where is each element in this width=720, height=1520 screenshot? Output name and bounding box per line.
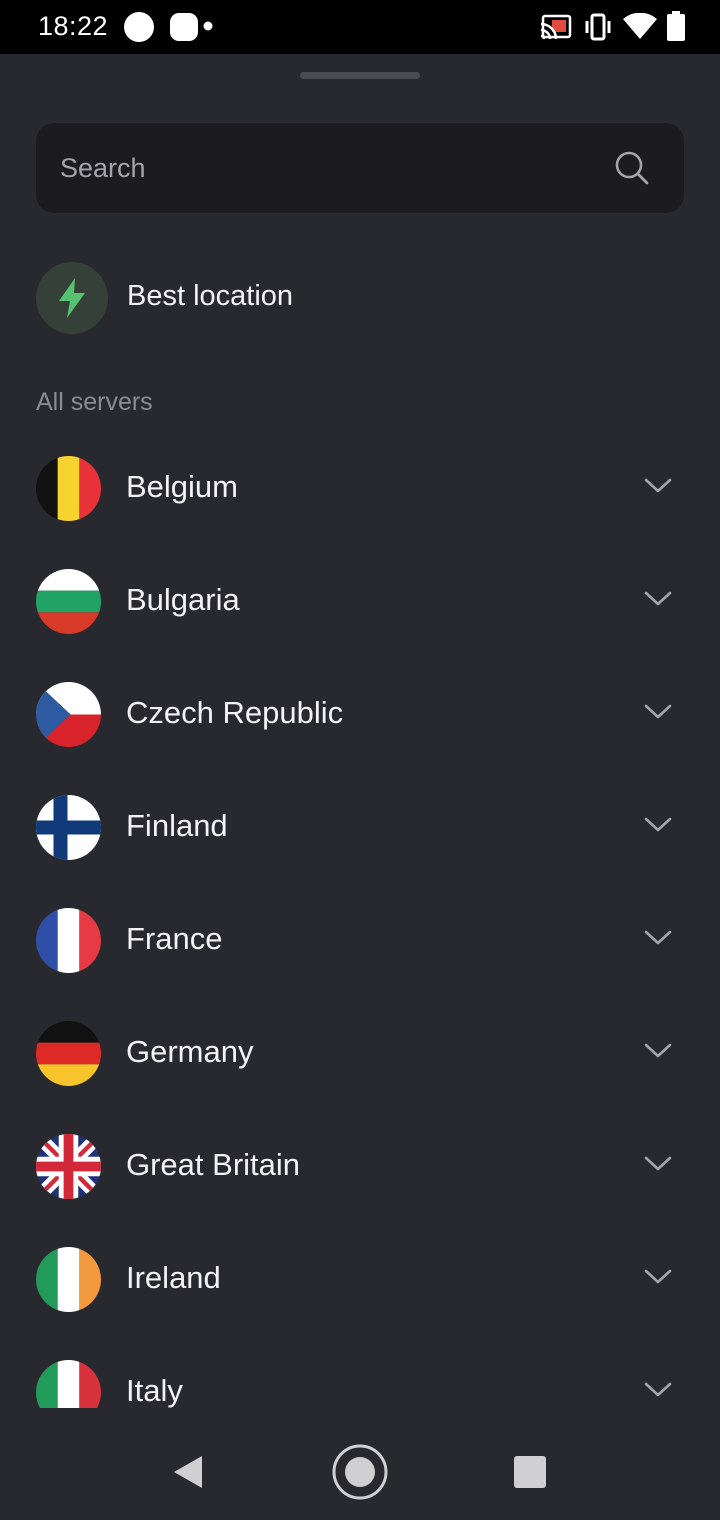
chevron-down-icon[interactable]	[644, 478, 672, 494]
country-name: Bulgaria	[126, 582, 240, 617]
bulgaria-flag-icon	[36, 569, 101, 634]
chevron-down-icon[interactable]	[644, 1043, 672, 1059]
sheet-drag-handle[interactable]	[300, 72, 420, 79]
country-item-czech-republic[interactable]: Czech Republic	[0, 680, 720, 793]
country-item-great-britain[interactable]: Great Britain	[0, 1132, 720, 1245]
country-name: France	[126, 921, 223, 956]
chevron-down-icon[interactable]	[644, 1156, 672, 1172]
bolt-icon	[59, 278, 85, 318]
chevron-down-icon[interactable]	[644, 591, 672, 607]
country-item-finland[interactable]: Finland	[0, 793, 720, 906]
notification-dot-icon	[124, 12, 154, 42]
cast-icon	[540, 14, 572, 40]
country-name: Czech Republic	[126, 695, 344, 730]
ireland-flag-icon	[36, 1247, 101, 1312]
status-bar: 18:22	[0, 0, 720, 54]
chevron-down-icon[interactable]	[644, 704, 672, 720]
more-notifications-dot-icon	[203, 21, 213, 31]
country-name: Italy	[126, 1373, 183, 1408]
chevron-down-icon[interactable]	[644, 817, 672, 833]
country-item-belgium[interactable]: Belgium	[0, 454, 720, 567]
country-item-germany[interactable]: Germany	[0, 1019, 720, 1132]
status-time: 18:22	[38, 11, 109, 41]
search-icon[interactable]	[614, 150, 650, 186]
back-icon[interactable]	[172, 1455, 204, 1489]
finland-flag-icon	[36, 795, 101, 860]
country-name: Ireland	[126, 1260, 221, 1295]
france-flag-icon	[36, 908, 101, 973]
notification-app-icon	[170, 13, 198, 41]
best-location-badge	[36, 262, 108, 334]
germany-flag-icon	[36, 1021, 101, 1086]
search-box[interactable]	[36, 123, 684, 213]
italy-flag-icon	[36, 1360, 101, 1408]
country-item-bulgaria[interactable]: Bulgaria	[0, 567, 720, 680]
country-item-italy[interactable]: Italy	[0, 1358, 720, 1408]
all-servers-heading: All servers	[36, 388, 153, 416]
great-britain-flag-icon	[36, 1134, 101, 1199]
country-item-france[interactable]: France	[0, 906, 720, 1019]
recents-icon[interactable]	[514, 1456, 546, 1488]
belgium-flag-icon	[36, 456, 101, 521]
best-location-label: Best location	[127, 280, 294, 312]
country-name: Great Britain	[126, 1147, 301, 1182]
country-name: Germany	[126, 1034, 254, 1069]
country-item-ireland[interactable]: Ireland	[0, 1245, 720, 1358]
country-name: Finland	[126, 808, 228, 843]
search-input[interactable]	[60, 123, 600, 213]
battery-icon	[667, 11, 685, 41]
czech-republic-flag-icon	[36, 682, 101, 747]
chevron-down-icon[interactable]	[644, 930, 672, 946]
chevron-down-icon[interactable]	[644, 1269, 672, 1285]
chevron-down-icon[interactable]	[644, 1382, 672, 1398]
best-location-item[interactable]: Best location	[36, 262, 684, 334]
home-icon[interactable]	[331, 1443, 389, 1501]
wifi-icon	[623, 13, 657, 39]
system-navigation-bar	[0, 1408, 720, 1520]
vibrate-icon	[585, 13, 611, 41]
country-name: Belgium	[126, 469, 238, 504]
server-selection-sheet: Best location All servers Belgium	[0, 54, 720, 1408]
